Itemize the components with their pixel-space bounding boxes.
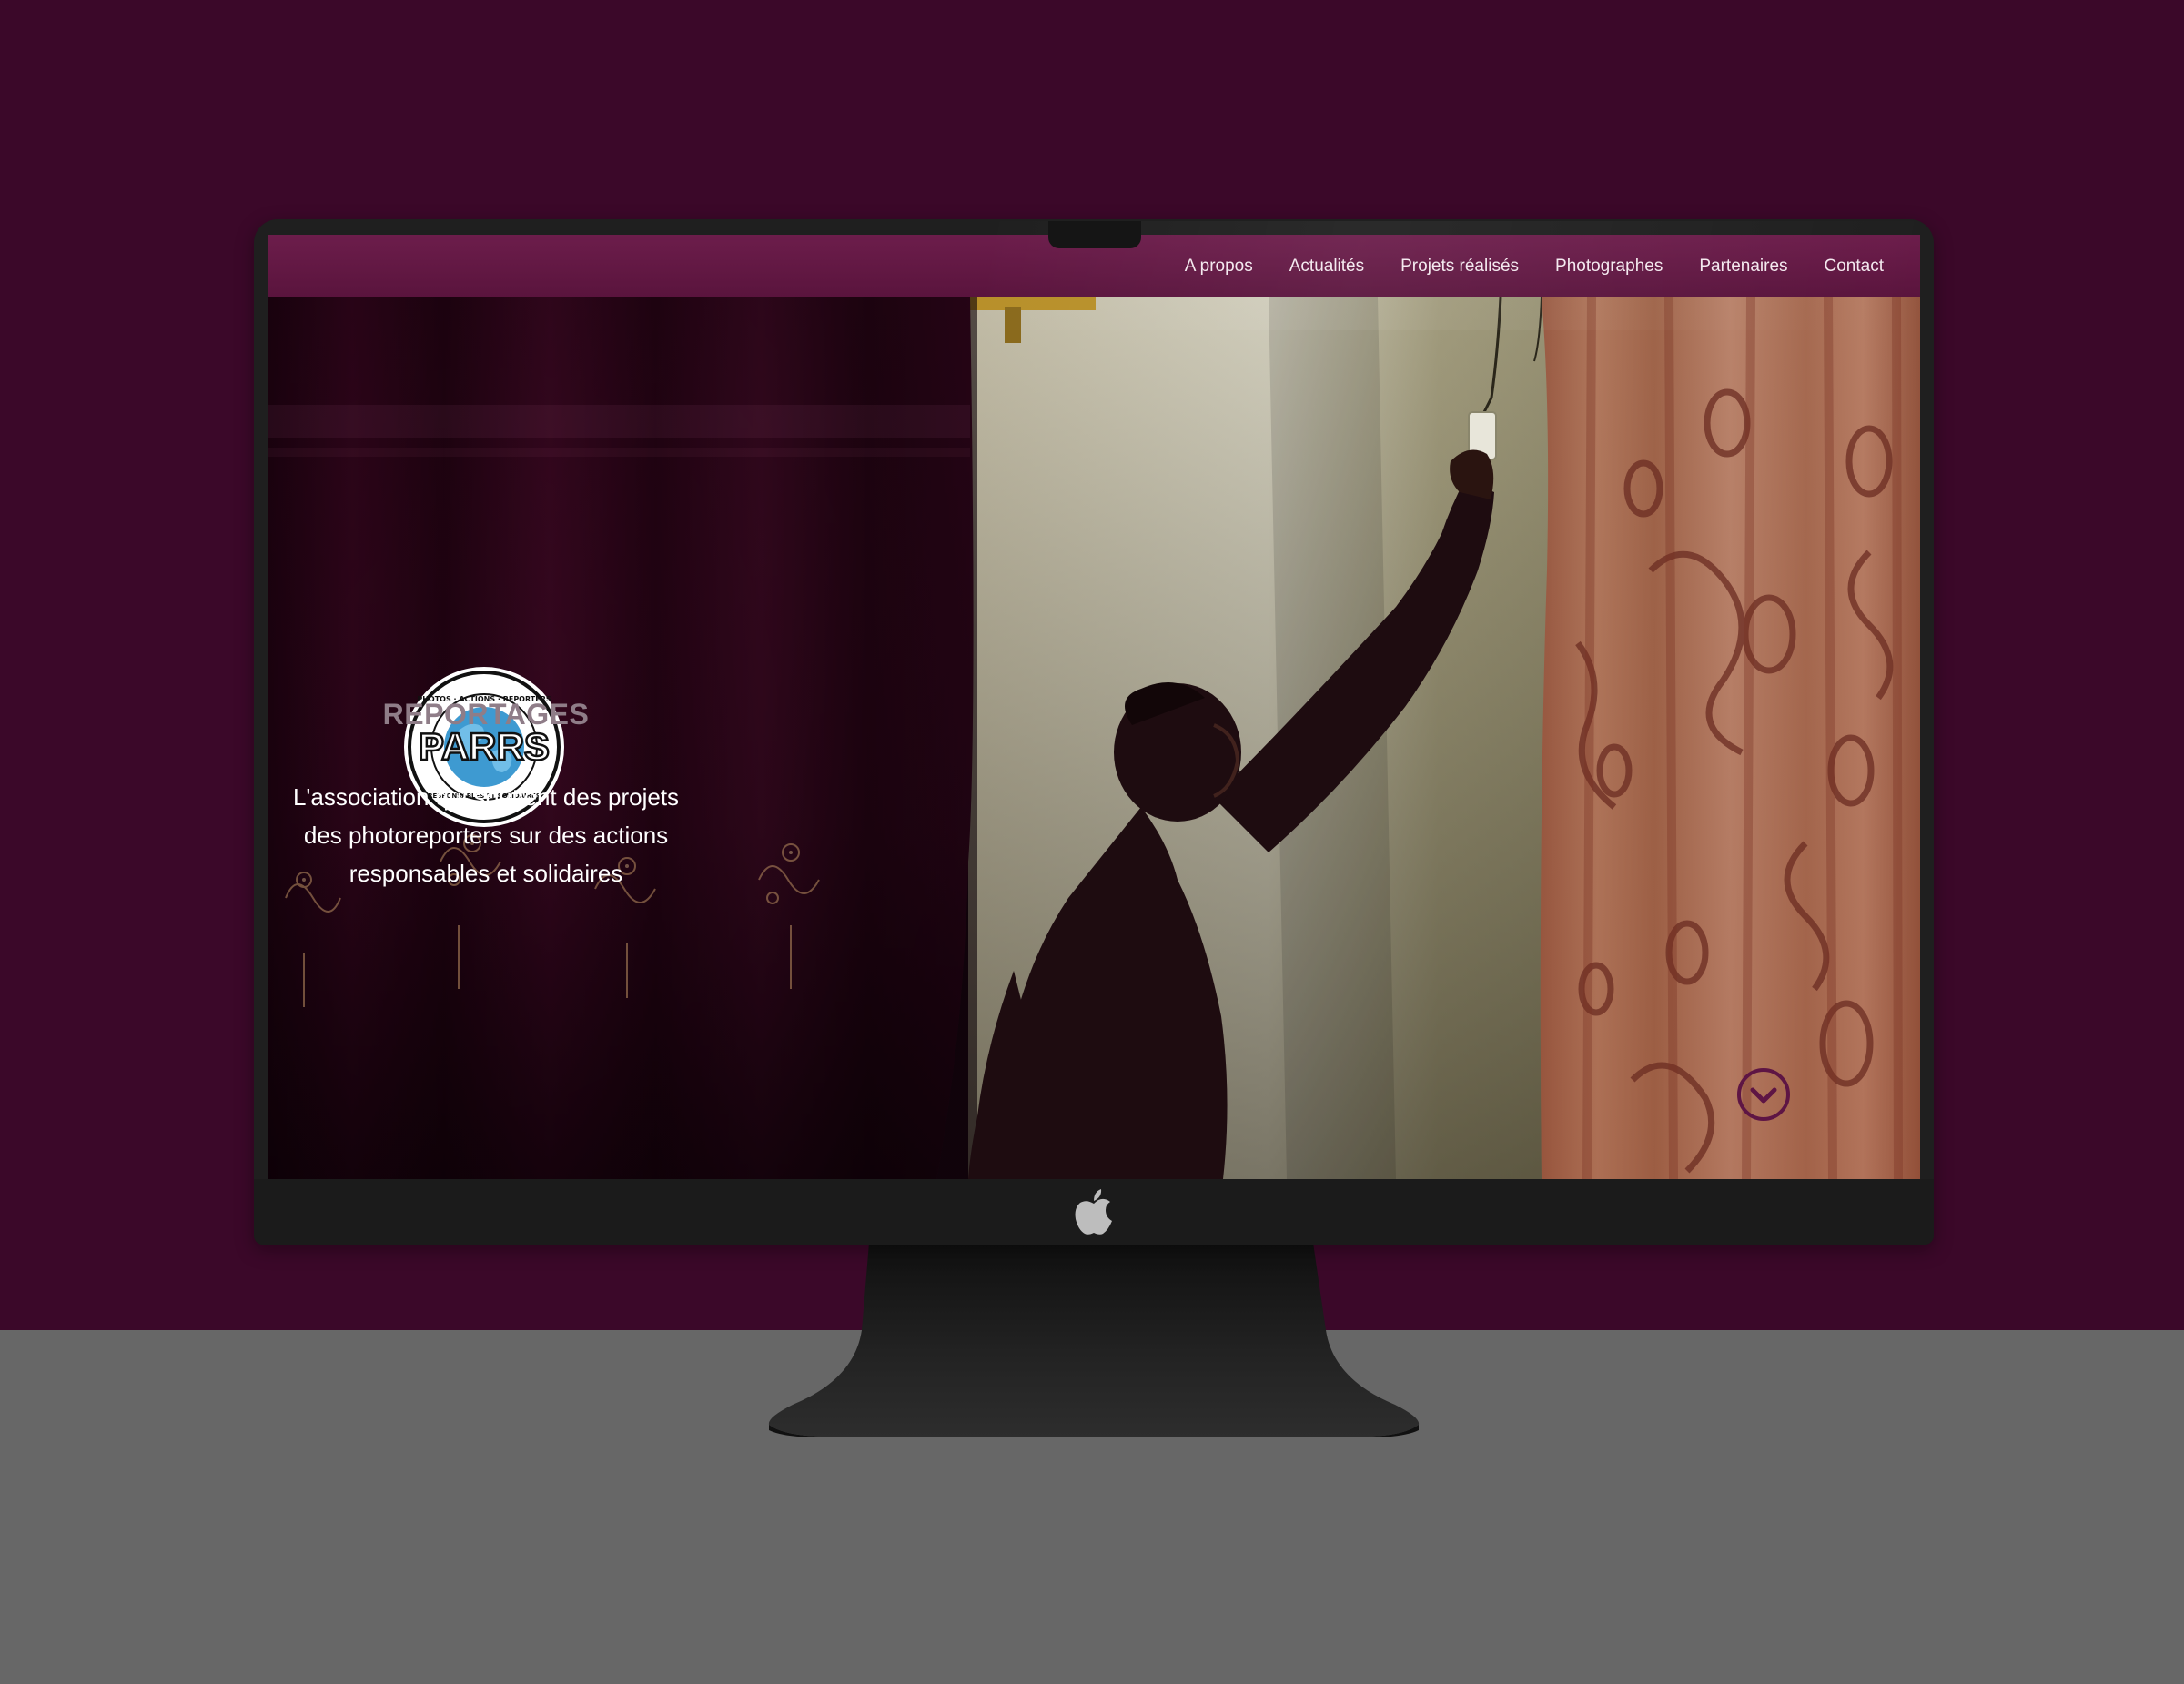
camera-notch (1048, 221, 1141, 248)
nav-item-partenaires[interactable]: Partenaires (1699, 257, 1787, 277)
nav-menu: A propos Actualités Projets réalisés Pho… (1185, 235, 1884, 297)
nav-item-photographes[interactable]: Photographes (1555, 257, 1663, 277)
hero-section: PARRS PHOTOS · ACTIONS · REPORTERS RESPO… (268, 297, 1920, 1179)
hero-title: REPORTAGES (382, 698, 590, 731)
chevron-down-circle-icon[interactable] (1735, 1066, 1792, 1123)
monitor-stand (768, 1243, 1420, 1437)
logo-wordmark: PARRS (419, 725, 550, 768)
apple-logo-icon (1075, 1189, 1112, 1235)
nav-item-a-propos[interactable]: A propos (1185, 257, 1253, 277)
nav-item-projets-realises[interactable]: Projets réalisés (1400, 257, 1519, 277)
nav-item-actualites[interactable]: Actualités (1289, 257, 1364, 277)
nav-item-contact[interactable]: Contact (1825, 257, 1884, 277)
hero-tagline: L'association qui soutient des projets d… (292, 783, 680, 887)
website-screen: A propos Actualités Projets réalisés Pho… (268, 235, 1920, 1179)
